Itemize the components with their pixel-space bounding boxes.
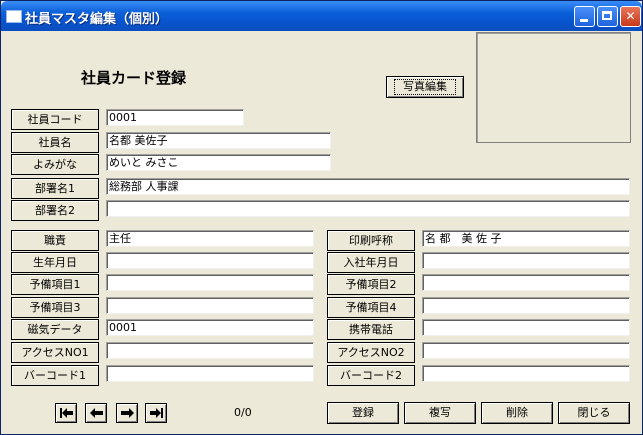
access1-field[interactable] <box>106 342 314 359</box>
label-spare2: 予備項目2 <box>327 274 415 295</box>
title-bar[interactable]: 社員マスタ編集（個別） ✕ <box>1 1 642 31</box>
join-date-field[interactable] <box>422 252 630 269</box>
dept1-field[interactable]: 総務部 人事課 <box>106 178 630 195</box>
position-field[interactable]: 主任 <box>106 230 314 247</box>
photo-edit-button[interactable]: 写真編集 <box>386 76 464 98</box>
last-record-button[interactable] <box>145 403 167 423</box>
employee-edit-window: 社員マスタ編集（個別） ✕ 社員カード登録 写真編集 社員コード 0001 社員… <box>0 0 643 435</box>
print-name-field[interactable]: 名 都 美 佐 子 <box>422 230 630 247</box>
barcode1-field[interactable] <box>106 365 314 382</box>
label-spare3: 予備項目3 <box>11 297 99 318</box>
emp-name-field[interactable]: 名都 美佐子 <box>106 132 331 149</box>
label-emp-name: 社員名 <box>11 132 99 153</box>
label-access2: アクセスNO2 <box>327 342 415 363</box>
emp-code-field[interactable]: 0001 <box>106 109 244 126</box>
label-mobile: 携帯電話 <box>327 319 415 340</box>
spare4-field[interactable] <box>422 297 630 314</box>
first-record-icon <box>60 408 73 418</box>
label-barcode1: バーコード1 <box>11 365 99 386</box>
delete-button[interactable]: 削除 <box>481 402 553 424</box>
close-button[interactable]: 閉じる <box>558 402 630 424</box>
spare1-field[interactable] <box>106 274 314 291</box>
photo-edit-label: 写真編集 <box>394 79 456 95</box>
last-record-icon <box>150 408 163 418</box>
close-window-button[interactable]: ✕ <box>620 6 641 27</box>
copy-button[interactable]: 複写 <box>404 402 476 424</box>
label-barcode2: バーコード2 <box>327 365 415 386</box>
maximize-icon <box>602 11 612 20</box>
mobile-field[interactable] <box>422 319 630 336</box>
label-emp-kana: よみがな <box>11 154 99 175</box>
access2-field[interactable] <box>422 342 630 359</box>
label-join-date: 入社年月日 <box>327 252 415 273</box>
prev-record-button[interactable] <box>85 403 107 423</box>
window-title: 社員マスタ編集（個別） <box>25 12 169 27</box>
minimize-icon <box>580 19 588 22</box>
next-record-icon <box>121 408 134 418</box>
label-dept2: 部署名2 <box>11 200 99 221</box>
magnetic-field[interactable]: 0001 <box>106 319 314 336</box>
minimize-button[interactable] <box>574 6 595 27</box>
register-button[interactable]: 登録 <box>327 402 399 424</box>
label-dept1: 部署名1 <box>11 178 99 199</box>
spare3-field[interactable] <box>106 297 314 314</box>
label-spare1: 予備項目1 <box>11 274 99 295</box>
photo-area <box>476 32 631 143</box>
label-birth: 生年月日 <box>11 252 99 273</box>
label-spare4: 予備項目4 <box>327 297 415 318</box>
birth-field[interactable] <box>106 252 314 269</box>
label-emp-code: 社員コード <box>11 109 99 130</box>
spare2-field[interactable] <box>422 274 630 291</box>
label-print-name: 印刷呼称 <box>327 230 415 251</box>
spacer <box>10 225 11 226</box>
label-position: 職責 <box>11 230 99 251</box>
label-access1: アクセスNO1 <box>11 342 99 363</box>
window-icon <box>6 10 22 23</box>
close-icon: ✕ <box>625 9 636 23</box>
prev-record-icon <box>90 408 103 418</box>
maximize-button[interactable] <box>597 6 618 27</box>
barcode2-field[interactable] <box>422 365 630 382</box>
record-counter: 0/0 <box>234 406 252 419</box>
next-record-button[interactable] <box>116 403 138 423</box>
emp-kana-field[interactable]: めいと みさこ <box>106 154 331 171</box>
dept2-field[interactable] <box>106 200 630 217</box>
page-heading: 社員カード登録 <box>81 69 187 87</box>
first-record-button[interactable] <box>55 403 77 423</box>
label-magnetic: 磁気データ <box>11 319 99 340</box>
